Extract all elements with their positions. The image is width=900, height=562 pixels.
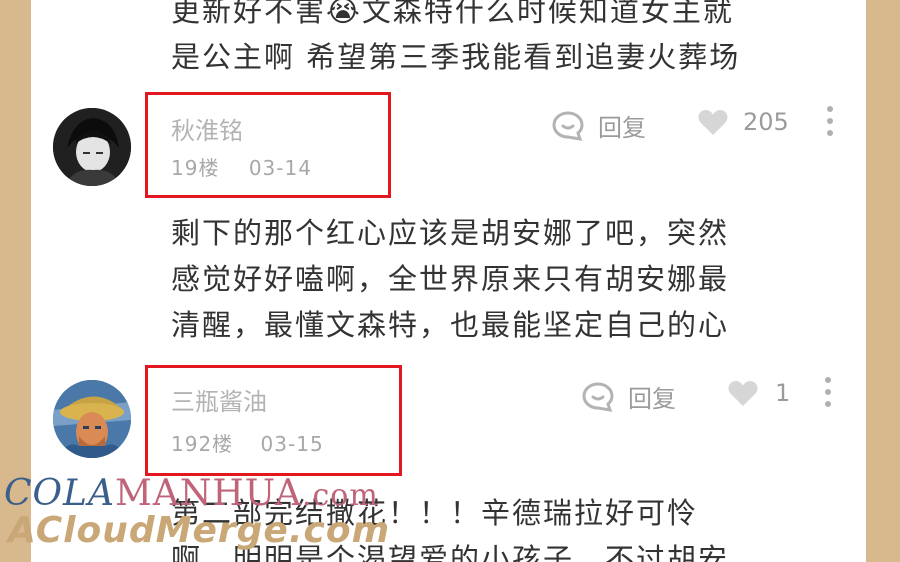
comment-text-line: 清醒，最懂文森特，也最能坚定自己的心	[171, 308, 730, 342]
watermark-part: MANHUA	[114, 473, 302, 514]
more-options-icon[interactable]	[825, 377, 831, 413]
comment-bubble-icon	[582, 381, 614, 412]
highlight-box	[145, 92, 391, 198]
watermark-part: .com	[301, 478, 379, 513]
like-count: 1	[775, 379, 791, 407]
reply-button[interactable]: 回复	[582, 379, 676, 414]
avatar-painted-portrait-icon	[53, 380, 131, 458]
reply-label: 回复	[598, 114, 646, 142]
like-count: 205	[743, 108, 789, 136]
avatar-dark-character-icon	[53, 108, 131, 186]
watermark-acloudmerge: ACloudMerge.com	[8, 510, 391, 551]
watermark-part: COLA	[4, 473, 115, 514]
comment-body: 剩下的那个红心应该是胡安娜了吧，突然 感觉好好嗑啊，全世界原来只有胡安娜最 清醒…	[171, 210, 729, 348]
comment-text-line: 感觉好好嗑啊，全世界原来只有胡安娜最	[171, 262, 730, 296]
comment-bubble-icon	[552, 110, 584, 141]
more-options-icon[interactable]	[827, 106, 833, 142]
highlight-box	[145, 365, 402, 476]
previous-comment-line: 是公主啊 希望第三季我能看到追妻火葬场	[171, 40, 741, 74]
avatar[interactable]	[53, 108, 131, 186]
previous-comment-text: 更新好不害😭文森特什么时候知道女主就 是公主啊 希望第三季我能看到追妻火葬场	[171, 0, 740, 80]
heart-icon	[698, 110, 728, 135]
like-button[interactable]: 205	[697, 108, 789, 136]
reply-button[interactable]: 回复	[552, 108, 646, 143]
comment-text-line: 剩下的那个红心应该是胡安娜了吧，突然	[171, 216, 730, 250]
reply-label: 回复	[628, 385, 676, 413]
avatar[interactable]	[53, 380, 131, 458]
like-button[interactable]: 1	[727, 379, 790, 407]
heart-icon	[728, 381, 758, 406]
watermark-colamanhua: COLAMANHUA.com	[4, 473, 379, 514]
previous-comment-line: 更新好不害😭文森特什么时候知道女主就	[171, 0, 734, 28]
